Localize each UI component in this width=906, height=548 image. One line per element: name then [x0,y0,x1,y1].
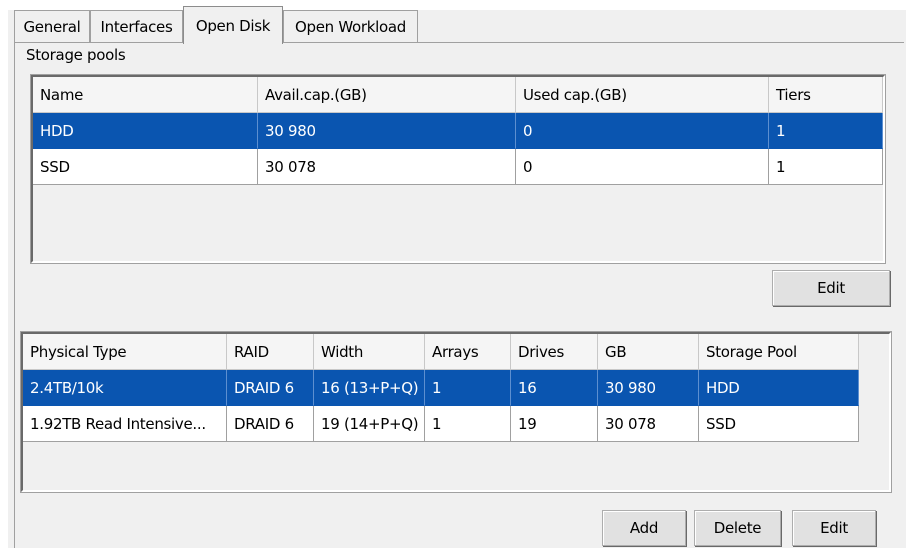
cell-physical-type: 2.4TB/10k [23,370,227,406]
cell-used-cap: 0 [516,149,769,185]
cell-drives: 19 [511,406,598,442]
table-row[interactable]: 2.4TB/10k DRAID 6 16 (13+P+Q) 1 16 30 98… [23,370,859,406]
cell-storage-pool: SSD [699,406,859,442]
tab-general[interactable]: General [14,10,90,42]
column-header-storage-pool[interactable]: Storage Pool [699,334,859,370]
cell-arrays: 1 [425,370,511,406]
cell-storage-pool: HDD [699,370,859,406]
column-header-drives[interactable]: Drives [511,334,598,370]
cell-arrays: 1 [425,406,511,442]
edit-array-button[interactable]: Edit [792,510,876,546]
delete-array-button[interactable]: Delete [694,510,781,546]
column-header-raid[interactable]: RAID [227,334,314,370]
cell-drives: 16 [511,370,598,406]
column-header-avail-cap[interactable]: Avail.cap.(GB) [258,77,516,113]
column-header-gb[interactable]: GB [598,334,699,370]
cell-raid: DRAID 6 [227,406,314,442]
cell-width: 19 (14+P+Q) [314,406,425,442]
tab-interfaces[interactable]: Interfaces [90,10,183,42]
cell-avail-cap: 30 980 [258,113,516,149]
table-row[interactable]: 1.92TB Read Intensive... DRAID 6 19 (14+… [23,406,859,442]
cell-physical-type: 1.92TB Read Intensive... [23,406,227,442]
column-header-used-cap[interactable]: Used cap.(GB) [516,77,769,113]
cell-avail-cap: 30 078 [258,149,516,185]
cell-gb: 30 980 [598,370,699,406]
storage-pool-edit-button[interactable]: Edit [772,270,890,306]
table-row[interactable]: SSD 30 078 0 1 [33,149,883,185]
column-header-name[interactable]: Name [33,77,258,113]
cell-tiers: 1 [769,113,883,149]
storage-pools-label: Storage pools [26,46,126,64]
column-header-width[interactable]: Width [314,334,425,370]
tab-open-workload[interactable]: Open Workload [283,10,418,42]
column-header-physical-type[interactable]: Physical Type [23,334,227,370]
cell-used-cap: 0 [516,113,769,149]
cell-name: HDD [33,113,258,149]
cell-tiers: 1 [769,149,883,185]
cell-gb: 30 078 [598,406,699,442]
add-array-button[interactable]: Add [602,510,686,546]
cell-raid: DRAID 6 [227,370,314,406]
cell-name: SSD [33,149,258,185]
column-header-tiers[interactable]: Tiers [769,77,883,113]
cell-width: 16 (13+P+Q) [314,370,425,406]
arrays-list[interactable]: Physical Type RAID Width Arrays Drives G… [20,331,892,493]
storage-pools-header: Name Avail.cap.(GB) Used cap.(GB) Tiers [33,77,883,113]
column-header-arrays[interactable]: Arrays [425,334,511,370]
tab-open-disk[interactable]: Open Disk [183,6,283,44]
arrays-header: Physical Type RAID Width Arrays Drives G… [23,334,859,370]
storage-pools-list[interactable]: Name Avail.cap.(GB) Used cap.(GB) Tiers … [30,74,886,264]
table-row[interactable]: HDD 30 980 0 1 [33,113,883,149]
